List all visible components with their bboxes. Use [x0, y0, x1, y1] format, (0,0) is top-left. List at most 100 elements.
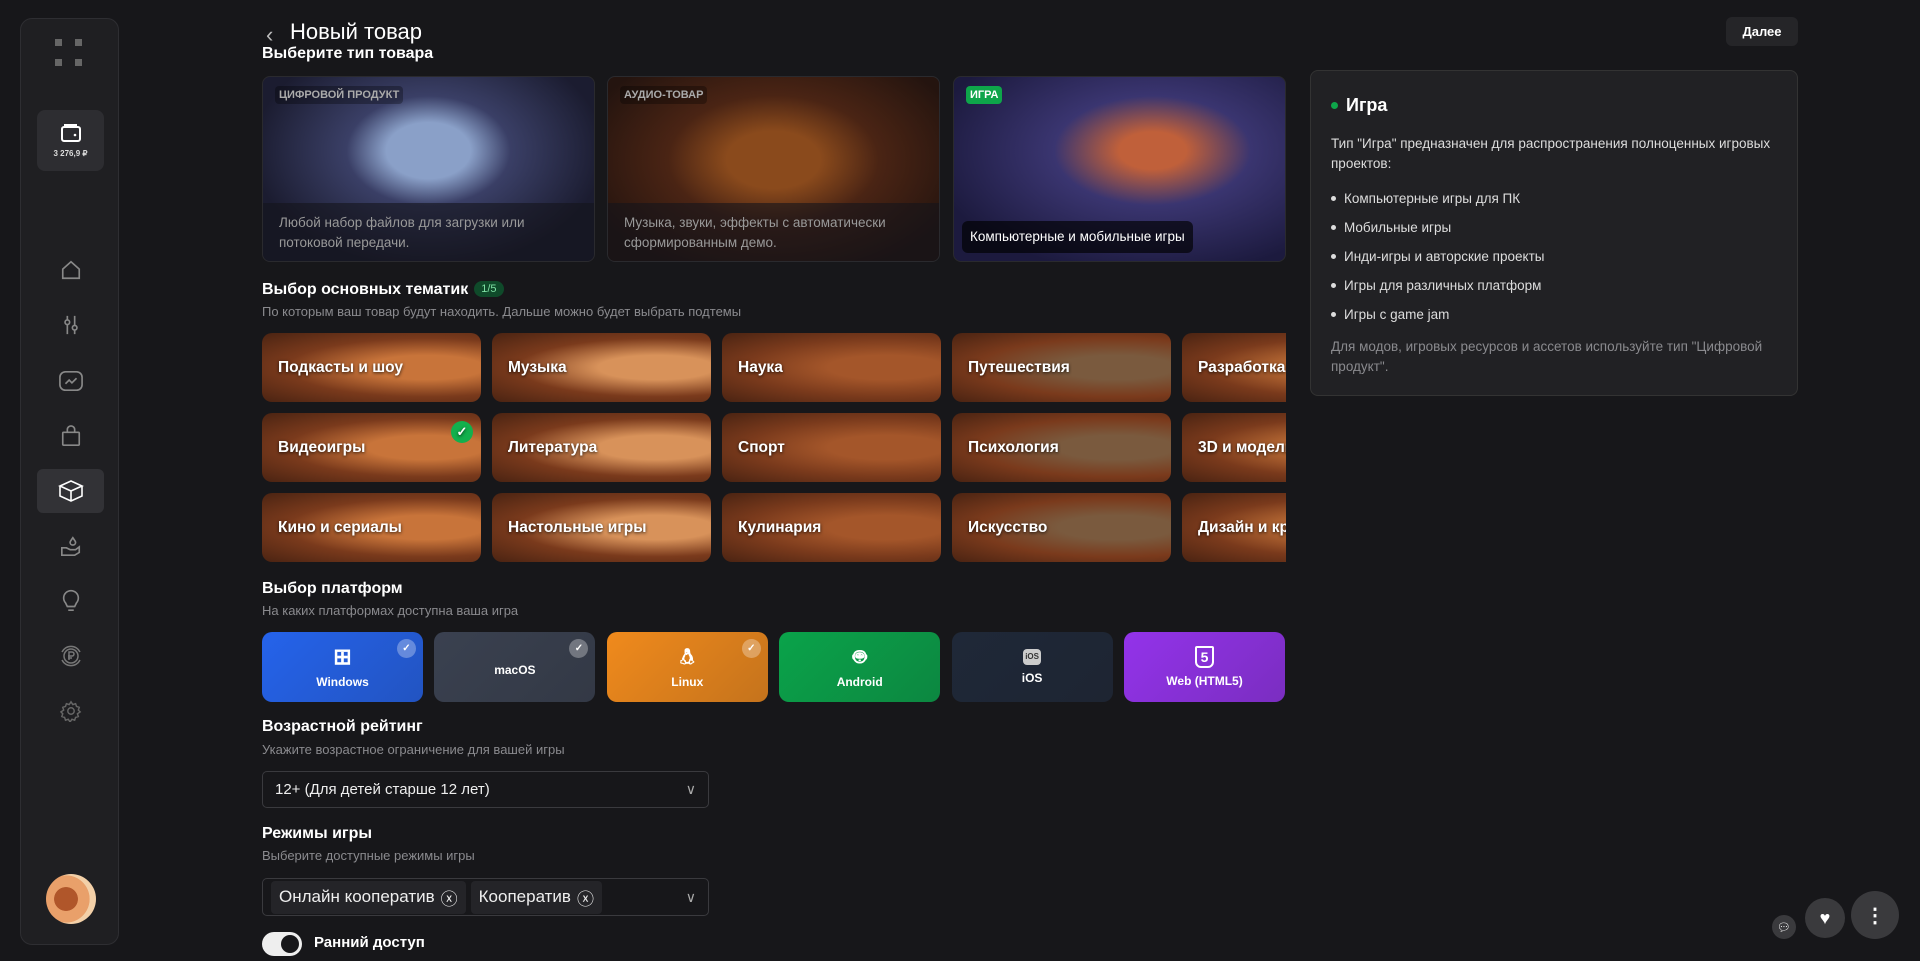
info-title: Игра	[1346, 95, 1388, 115]
more-button[interactable]: ⋮	[1851, 891, 1899, 939]
type-tag: ИГРА	[966, 86, 1003, 104]
themes-title: Выбор основных тематик 1/5	[262, 281, 504, 299]
type-section-title: Выберите тип товара	[262, 45, 434, 62]
age-rating-value: 12+ (Для детей старше 12 лет)	[275, 781, 490, 798]
type-desc: Компьютерные и мобильные игры	[962, 221, 1193, 253]
nav-settings[interactable]	[37, 689, 104, 733]
home-icon	[61, 260, 80, 280]
platform-windows[interactable]: ⊞ Windows ✓	[262, 632, 423, 702]
page-title: Новый товар	[290, 19, 422, 44]
themes-count-badge: 1/5	[474, 281, 504, 297]
platforms-subtitle: На каких платформах доступна ваша игра	[262, 603, 519, 618]
theme-label: Дизайн и кр	[1198, 518, 1286, 536]
package-icon	[57, 480, 84, 502]
theme-label: Музыка	[508, 358, 567, 376]
check-icon: ✓	[569, 639, 589, 658]
theme-tile[interactable]: Путешествия	[952, 333, 1171, 402]
info-item: Мобильные игры	[1331, 213, 1777, 242]
type-card-digital[interactable]: ЦИФРОВОЙ ПРОДУКТ Любой набор файлов для …	[262, 76, 595, 262]
theme-tile[interactable]: Наука	[722, 333, 941, 402]
platform-linux[interactable]: 🐧︎ Linux ✓	[606, 632, 768, 702]
android-icon: 🤖︎	[853, 644, 867, 669]
remove-chip-icon[interactable]: ⓧ	[577, 885, 594, 910]
type-card-game[interactable]: ИГРА Компьютерные и мобильные игры	[953, 76, 1286, 262]
type-desc: Любой набор файлов для загрузки или пото…	[263, 203, 594, 261]
linux-icon: 🐧︎	[680, 644, 695, 669]
theme-tile[interactable]: Подкасты и шоу	[262, 333, 481, 402]
nav-filters[interactable]	[37, 303, 104, 347]
type-card-audio[interactable]: АУДИО-ТОВАР Музыка, звуки, эффекты с авт…	[607, 76, 940, 262]
theme-label: Литература	[508, 438, 598, 456]
nav-currency[interactable]	[37, 634, 104, 678]
age-title: Возрастной рейтинг	[262, 718, 423, 735]
theme-tile[interactable]: Искусство	[952, 493, 1171, 562]
user-avatar[interactable]	[46, 874, 96, 924]
balance: 3 276,9 ₽	[53, 149, 88, 158]
nav-shop[interactable]	[37, 414, 104, 458]
theme-tile[interactable]: Музыка	[492, 333, 711, 402]
early-access-label: Ранний доступ	[314, 934, 425, 951]
sliders-icon	[63, 315, 78, 335]
info-item: Компьютерные игры для ПК	[1331, 184, 1777, 213]
theme-tile[interactable]: Дизайн и кр	[1182, 493, 1286, 562]
nav-ideas[interactable]	[37, 579, 104, 623]
apps-grid-icon[interactable]	[55, 39, 85, 69]
early-access-toggle[interactable]	[262, 932, 302, 956]
theme-label: Разработка	[1198, 358, 1286, 376]
remove-chip-icon[interactable]: ⓧ	[441, 885, 458, 910]
chat-button[interactable]: 💬︎	[1772, 915, 1796, 939]
platform-macos[interactable]: macOS ✓	[434, 632, 596, 702]
type-info-panel: Игра Тип "Игра" предназначен для распрос…	[1310, 70, 1798, 396]
wallet-icon	[60, 124, 81, 142]
platform-web-html5[interactable]: 5 Web (HTML5)	[1124, 632, 1285, 702]
theme-tile[interactable]: Настольные игры	[492, 493, 711, 562]
nav-donations[interactable]	[37, 524, 104, 568]
theme-label: Искусство	[968, 518, 1048, 536]
info-item: Инди-игры и авторские проекты	[1331, 242, 1777, 271]
platform-label: iOS	[1021, 671, 1043, 685]
info-note: Для модов, игровых ресурсов и ассетов ис…	[1331, 339, 1763, 374]
modes-subtitle: Выберите доступные режимы игры	[262, 848, 475, 863]
theme-tile[interactable]: 3D и модели	[1182, 413, 1286, 482]
shopping-bag-icon	[61, 425, 80, 446]
platform-label: macOS	[494, 663, 536, 677]
age-subtitle: Укажите возрастное ограничение для вашей…	[262, 742, 565, 757]
chart-trend-icon	[58, 370, 83, 392]
theme-tile[interactable]: Спорт	[722, 413, 941, 482]
theme-label: Психология	[968, 438, 1059, 456]
type-tag: АУДИО-ТОВАР	[620, 86, 708, 104]
theme-label: Видеоигры	[278, 438, 366, 456]
theme-tile[interactable]: Кулинария	[722, 493, 941, 562]
platform-ios[interactable]: iOS iOS	[951, 632, 1113, 702]
age-rating-select[interactable]: 12+ (Для детей старше 12 лет) ∨	[262, 771, 709, 808]
nav-analytics[interactable]	[37, 359, 104, 403]
next-button[interactable]: Далее	[1726, 17, 1798, 46]
platform-android[interactable]: 🤖︎ Android	[779, 632, 941, 702]
theme-label: Кино и сериалы	[278, 518, 402, 536]
theme-tile[interactable]: Разработка	[1182, 333, 1286, 402]
themes-title-text: Выбор основных тематик	[262, 281, 469, 298]
check-icon: ✓	[741, 639, 761, 658]
type-tag: ЦИФРОВОЙ ПРОДУКТ	[275, 86, 404, 104]
info-intro: Тип "Игра" предназначен для распростране…	[1331, 136, 1771, 171]
platform-label: Web (HTML5)	[1166, 674, 1243, 688]
theme-tile[interactable]: Кино и сериалы	[262, 493, 481, 562]
theme-label: Наука	[738, 358, 783, 376]
wallet-button[interactable]: 3 276,9 ₽	[37, 110, 104, 171]
platforms-title: Выбор платформ	[262, 580, 403, 597]
theme-tile[interactable]: Видеоигры ✓	[262, 413, 481, 482]
theme-tile[interactable]: Психология	[952, 413, 1171, 482]
theme-tile[interactable]: Литература	[492, 413, 711, 482]
check-icon: ✓	[451, 421, 473, 443]
favorite-button[interactable]: ♥	[1805, 898, 1845, 938]
gear-icon	[59, 700, 81, 722]
platform-label: Windows	[316, 675, 369, 689]
chevron-down-icon: ∨	[685, 781, 696, 797]
chip-label: Онлайн кооператив	[279, 887, 435, 906]
type-desc: Музыка, звуки, эффекты с автоматически с…	[608, 203, 939, 261]
game-modes-select[interactable]: Онлайн кооператив ⓧ Кооператив ⓧ ∨	[262, 878, 709, 916]
nav-home[interactable]	[37, 248, 104, 292]
modes-title: Режимы игры	[262, 825, 373, 842]
theme-label: 3D и модели	[1198, 438, 1286, 456]
nav-products[interactable]	[37, 469, 104, 513]
